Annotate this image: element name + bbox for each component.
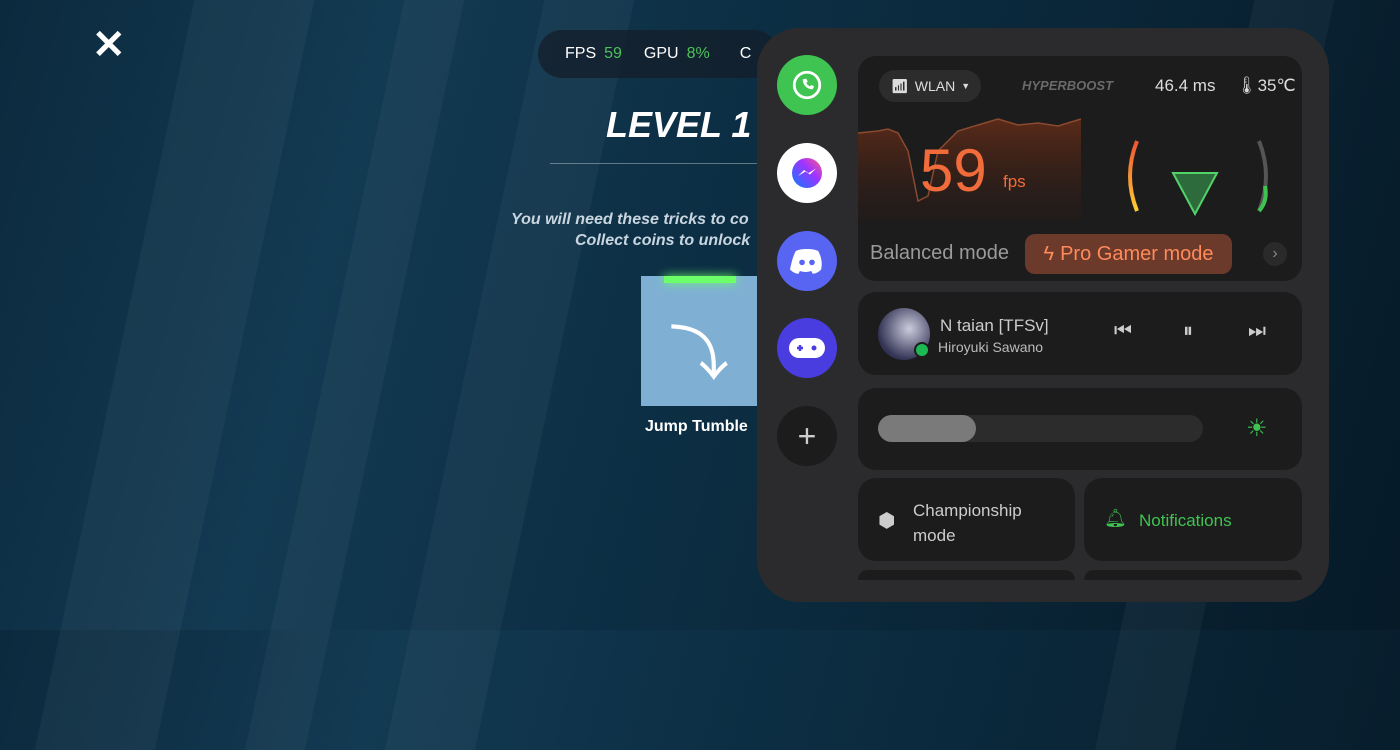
latency: 46.4 ms bbox=[1155, 76, 1216, 95]
bell-icon: 🔔︎ bbox=[1104, 508, 1127, 528]
brand-logo: HYPERBOOST bbox=[1022, 78, 1114, 93]
fps-unit: fps bbox=[1003, 172, 1026, 191]
thermometer-icon: 🌡︎ bbox=[1236, 76, 1258, 95]
tip-line-1: You will need these tricks to co bbox=[511, 211, 749, 228]
performance-gauge-icon bbox=[1128, 140, 1268, 217]
card-label: Jump Tumble bbox=[645, 418, 748, 435]
balanced-mode-option[interactable]: Balanced mode bbox=[870, 242, 1009, 265]
wifi-icon: 📶︎ bbox=[891, 77, 909, 94]
spotify-icon bbox=[914, 342, 930, 358]
partial-tile bbox=[858, 570, 1075, 580]
brightness-card: ☀︎ bbox=[858, 388, 1302, 470]
messenger-icon[interactable] bbox=[777, 143, 837, 203]
previous-track-button[interactable]: ⏮︎ bbox=[1114, 320, 1132, 343]
temperature: 🌡︎35℃ bbox=[1236, 76, 1296, 95]
fps-value: 59 bbox=[604, 45, 622, 62]
music-card: N taian [TFSv] Hiroyuki Sawano ⏮︎ ⏸︎ ⏭︎ bbox=[858, 292, 1302, 375]
level-title: LEVEL 1 - bbox=[606, 104, 774, 145]
lightning-icon: ϟ bbox=[1043, 242, 1055, 265]
next-mode-button[interactable]: › bbox=[1263, 242, 1287, 266]
discord-icon[interactable] bbox=[777, 231, 837, 291]
network-label: WLAN bbox=[914, 78, 956, 94]
gpu-label: GPU bbox=[643, 45, 679, 62]
partial-tile bbox=[1084, 570, 1302, 580]
performance-overlay-pill: FPS 59 GPU 8% C bbox=[538, 30, 778, 78]
jump-figure-icon: ⤵ bbox=[669, 321, 729, 388]
auto-brightness-lock-icon[interactable]: ☀︎ bbox=[1246, 414, 1268, 443]
pause-button[interactable]: ⏸︎ bbox=[1183, 320, 1193, 343]
game-controller-icon[interactable] bbox=[777, 318, 837, 378]
brightness-slider[interactable] bbox=[878, 415, 1203, 442]
gpu-value: 8% bbox=[686, 45, 710, 62]
card-highlight bbox=[664, 276, 736, 283]
dice-icon: ⬢ bbox=[878, 510, 896, 532]
fps-label: FPS bbox=[565, 45, 597, 62]
brightness-fill bbox=[878, 415, 976, 442]
championship-mode-tile[interactable]: ⬢ Championship mode bbox=[858, 478, 1075, 561]
network-dropdown[interactable]: 📶︎ WLAN ▼ bbox=[879, 70, 981, 102]
whatsapp-icon[interactable] bbox=[777, 55, 837, 115]
championship-label: Championship mode bbox=[913, 501, 1022, 545]
next-track-button[interactable]: ⏭︎ bbox=[1248, 320, 1266, 343]
notifications-tile[interactable]: 🔔︎ Notifications bbox=[1084, 478, 1302, 561]
notifications-label: Notifications bbox=[1139, 511, 1232, 530]
trick-card[interactable]: ⤵ bbox=[641, 276, 761, 406]
tip-line-2: Collect coins to unlock bbox=[575, 232, 751, 249]
pro-gamer-mode-option[interactable]: ϟ Pro Gamer mode bbox=[1025, 234, 1232, 274]
close-icon[interactable]: ✕ bbox=[92, 22, 126, 68]
game-toolbox-panel: + 📶︎ WLAN ▼ HYPERBOOST 46.4 ms 🌡︎35℃ 59 fp… bbox=[757, 28, 1329, 602]
track-title: N taian [TFSv] bbox=[940, 316, 1049, 335]
add-app-button[interactable]: + bbox=[777, 406, 837, 466]
fps-big-value: 59 bbox=[920, 137, 987, 204]
performance-card: 📶︎ WLAN ▼ HYPERBOOST 46.4 ms 🌡︎35℃ 59 fps … bbox=[858, 56, 1302, 281]
track-artist: Hiroyuki Sawano bbox=[938, 339, 1044, 355]
divider bbox=[550, 163, 760, 164]
cpu-label: C bbox=[739, 45, 752, 62]
